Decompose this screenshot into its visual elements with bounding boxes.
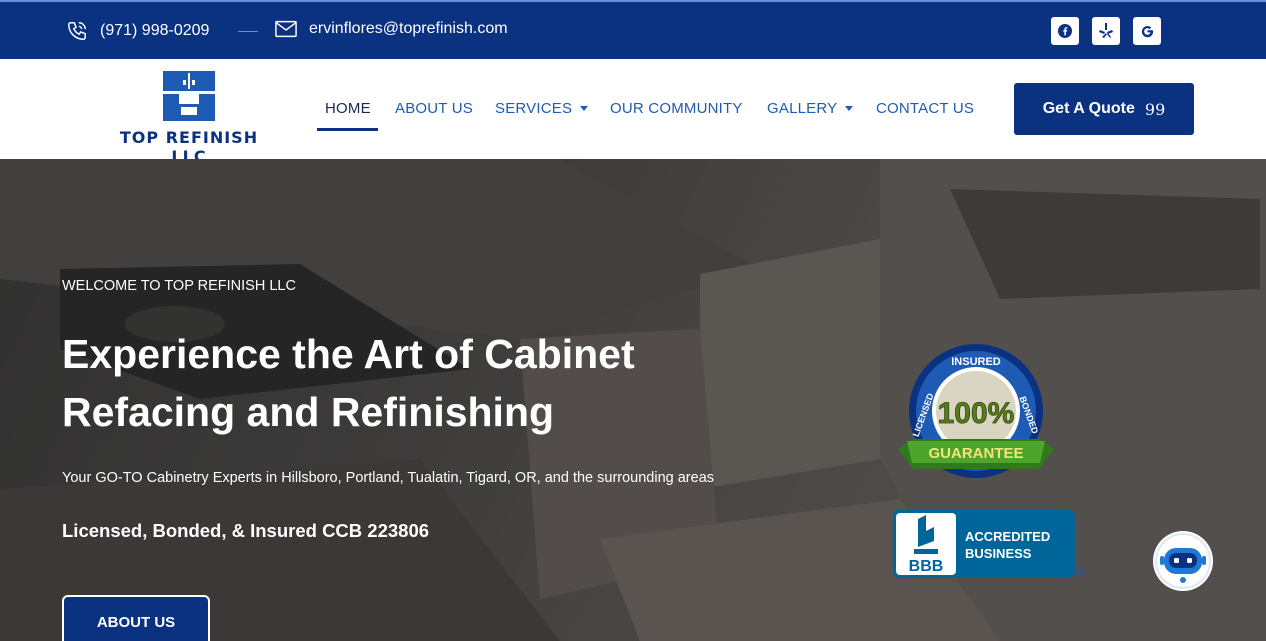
hero-headline: Experience the Art of Cabinet Refacing a… xyxy=(62,325,635,441)
phone-icon xyxy=(68,22,86,40)
top-contact-bar: (971) 998-0209 ervinflores@toprefinish.c… xyxy=(0,0,1266,59)
about-us-button[interactable]: ABOUT US xyxy=(62,595,210,641)
guarantee-badge: INSURED LICENSED BONDED 100% GUARANTEE xyxy=(898,344,1054,478)
chevron-down-icon xyxy=(580,106,589,111)
bbb-accredited-badge[interactable]: BBB ACCREDITED BUSINESS xyxy=(893,510,1075,578)
phone-contact[interactable]: (971) 998-0209 xyxy=(66,20,209,42)
nav-contact-us[interactable]: CONTACT US xyxy=(876,100,974,117)
nav-about-us[interactable]: ABOUT US xyxy=(395,100,473,117)
yelp-link[interactable] xyxy=(1092,17,1120,45)
active-nav-indicator xyxy=(317,128,378,131)
yelp-icon xyxy=(1099,23,1113,38)
hero-eyebrow: WELCOME TO TOP REFINISH LLC xyxy=(62,278,296,294)
quote-marks-icon: 99 xyxy=(1144,99,1166,119)
registered-mark: ® xyxy=(1076,565,1085,579)
email-contact[interactable]: ervinflores@toprefinish.com xyxy=(275,20,508,38)
nav-community-label: OUR COMMUNITY xyxy=(610,100,743,117)
site-logo[interactable]: TOP REFINISH LLC xyxy=(104,71,274,166)
headline-line-2: Refacing and Refinishing xyxy=(62,389,555,435)
nav-home[interactable]: HOME xyxy=(325,100,371,117)
envelope-icon xyxy=(275,20,297,38)
facebook-icon xyxy=(1058,24,1072,38)
bbb-logo-text: BBB xyxy=(909,558,944,575)
nav-our-community[interactable]: OUR COMMUNITY xyxy=(610,100,743,117)
hero-subline: Your GO-TO Cabinetry Experts in Hillsbor… xyxy=(62,470,715,486)
headline-line-1: Experience the Art of Cabinet xyxy=(62,331,635,377)
bbb-line-1: ACCREDITED xyxy=(965,529,1051,544)
cabinet-logo-icon xyxy=(163,71,215,121)
hero-section: WELCOME TO TOP REFINISH LLC Experience t… xyxy=(0,159,1266,641)
google-link[interactable] xyxy=(1133,17,1161,45)
badge-ribbon: GUARANTEE xyxy=(928,445,1023,462)
email-address[interactable]: ervinflores@toprefinish.com xyxy=(309,20,508,38)
license-text: Licensed, Bonded, & Insured CCB 223806 xyxy=(62,520,430,541)
facebook-link[interactable] xyxy=(1051,17,1079,45)
nav-gallery[interactable]: GALLERY xyxy=(767,100,854,117)
google-icon xyxy=(1141,25,1153,37)
chatbot-launcher[interactable] xyxy=(1153,531,1213,591)
nav-gallery-label: GALLERY xyxy=(767,100,838,117)
main-navbar: TOP REFINISH LLC HOME ABOUT US SERVICES … xyxy=(0,59,1266,166)
nav-home-label: HOME xyxy=(325,100,371,117)
get-a-quote-button[interactable]: Get A Quote 99 xyxy=(1014,83,1194,135)
bbb-text: ACCREDITED BUSINESS xyxy=(965,528,1050,562)
bbb-line-2: BUSINESS xyxy=(965,546,1032,561)
robot-icon xyxy=(1155,533,1211,589)
contact-separator xyxy=(238,31,258,32)
nav-services-label: SERVICES xyxy=(495,100,573,117)
phone-number[interactable]: (971) 998-0209 xyxy=(100,22,209,40)
badge-percent: 100% xyxy=(938,397,1015,430)
nav-contact-label: CONTACT US xyxy=(876,100,975,117)
quote-button-label: Get A Quote xyxy=(1042,100,1135,117)
nav-about-label: ABOUT US xyxy=(395,100,474,117)
bbb-logo: BBB xyxy=(896,513,956,575)
torch-icon: BBB xyxy=(909,515,944,575)
badge-top-text: INSURED xyxy=(951,356,1001,368)
chevron-down-icon xyxy=(845,106,854,111)
nav-services[interactable]: SERVICES xyxy=(495,100,589,117)
